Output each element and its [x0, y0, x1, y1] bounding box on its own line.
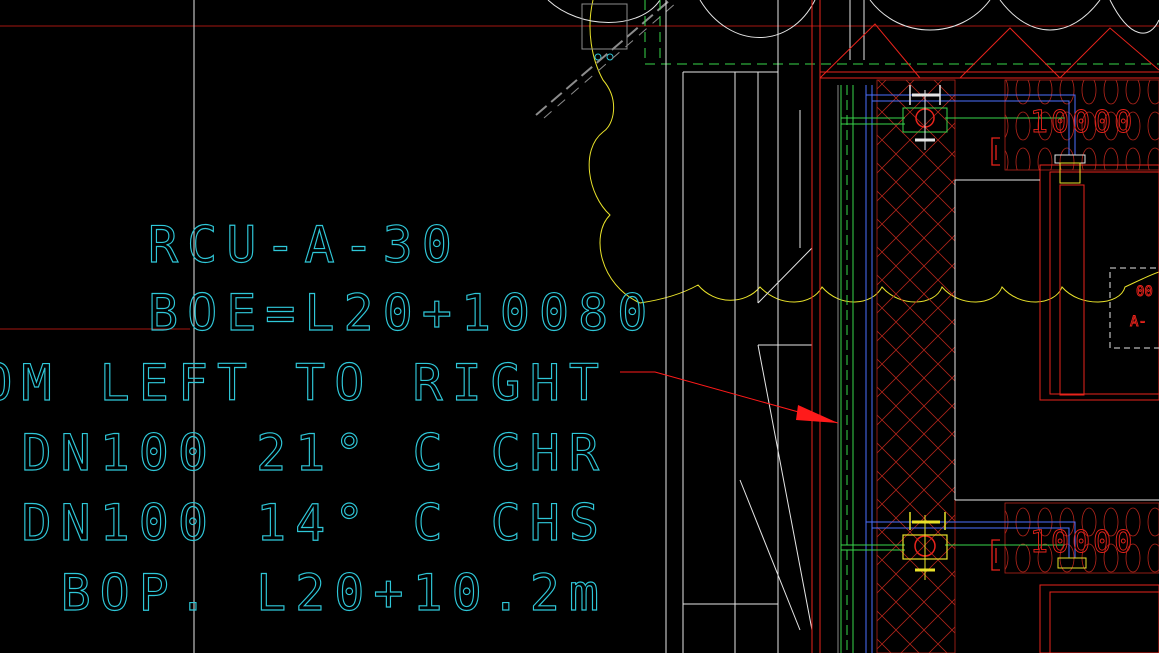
annotation-line-chs: DN100 14° C CHS — [21, 494, 608, 552]
annotation-line-chr: DN100 21° C CHR — [21, 424, 608, 482]
pipe-risers — [837, 85, 873, 653]
annotation-line-bop: BOP. L20+10.2m — [61, 564, 608, 622]
wall-structure — [665, 0, 865, 653]
top-arcs — [547, 0, 1159, 38]
green-dashed-line — [644, 0, 1159, 65]
leader-arrow — [620, 371, 839, 424]
duct-tag-lower: 10000 — [1030, 525, 1135, 560]
insulated-duct-lower — [955, 499, 1159, 653]
equipment-box-label-bottom: A- — [1130, 314, 1147, 330]
insulated-duct-upper — [954, 79, 1159, 500]
equipment-box-label-top: 00 — [1136, 284, 1153, 300]
valve-symbol-top — [535, 0, 677, 119]
annotation-line-unit: RCU-A-30 — [148, 216, 461, 274]
duct-tag-upper: 10000 — [1030, 105, 1135, 140]
red-fitting-upper — [991, 137, 1000, 166]
concrete-wall-hatch — [876, 79, 956, 653]
cad-drawing-canvas[interactable]: 00 A- 10000 10000 RCU-A-30 BOE=L20+10080… — [0, 0, 1159, 653]
annotation-line-direction: FROM LEFT TO RIGHT — [0, 354, 608, 412]
pipe-annotation: RCU-A-30 BOE=L20+10080 FROM LEFT TO RIGH… — [0, 215, 656, 622]
annotation-line-boe: BOE=L20+10080 — [148, 284, 656, 342]
equipment-box-right: 00 A- — [1109, 267, 1159, 349]
